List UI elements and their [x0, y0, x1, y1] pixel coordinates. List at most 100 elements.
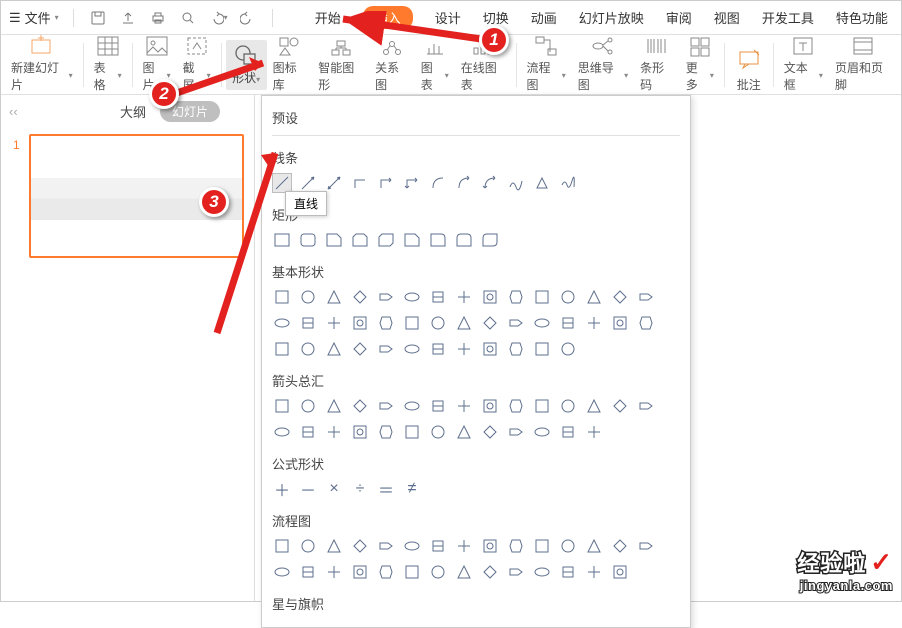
shape-item[interactable] — [532, 536, 552, 556]
shape-item[interactable] — [272, 396, 292, 416]
shape-item[interactable] — [402, 536, 422, 556]
shape-item[interactable] — [376, 396, 396, 416]
shape-item[interactable] — [506, 313, 526, 333]
shape-item[interactable] — [532, 287, 552, 307]
shape-item[interactable] — [584, 562, 604, 582]
shape-snip1[interactable] — [324, 230, 344, 250]
file-menu[interactable]: ☰ 文件 ▾ — [9, 8, 59, 27]
shape-item[interactable] — [350, 396, 370, 416]
mindmap-button[interactable]: 思维导图▾ — [572, 37, 634, 93]
save-icon[interactable] — [88, 8, 108, 28]
shape-item[interactable] — [298, 313, 318, 333]
shape-item[interactable] — [506, 287, 526, 307]
shape-item[interactable] — [480, 287, 500, 307]
collapse-pane-icon[interactable]: ‹‹ — [1, 104, 18, 119]
shape-item[interactable] — [376, 536, 396, 556]
shape-item[interactable] — [584, 396, 604, 416]
shape-item[interactable] — [480, 562, 500, 582]
shape-item[interactable] — [454, 562, 474, 582]
shape-item[interactable] — [558, 396, 578, 416]
shape-item[interactable] — [480, 313, 500, 333]
shape-item[interactable] — [402, 287, 422, 307]
shape-item[interactable] — [272, 562, 292, 582]
shape-item[interactable] — [298, 422, 318, 442]
shape-item[interactable] — [610, 562, 630, 582]
headerfooter-button[interactable]: 页眉和页脚 — [829, 37, 897, 93]
shape-item[interactable] — [480, 422, 500, 442]
shape-item[interactable] — [324, 287, 344, 307]
shape-item[interactable] — [272, 422, 292, 442]
shape-item[interactable] — [558, 339, 578, 359]
shape-item[interactable] — [584, 287, 604, 307]
shape-item[interactable] — [402, 562, 422, 582]
shape-curve-arrow[interactable] — [454, 173, 474, 193]
shape-scribble[interactable] — [558, 173, 578, 193]
shape-item[interactable] — [350, 562, 370, 582]
shape-item[interactable] — [324, 313, 344, 333]
shape-round2-same[interactable] — [454, 230, 474, 250]
shape-item[interactable] — [558, 313, 578, 333]
shape-item[interactable] — [428, 313, 448, 333]
flowchart-button[interactable]: 流程图▾ — [521, 37, 572, 93]
shape-item[interactable] — [454, 536, 474, 556]
shape-item[interactable] — [428, 562, 448, 582]
shape-item[interactable] — [558, 422, 578, 442]
shape-item[interactable] — [298, 562, 318, 582]
shape-round2-diag[interactable] — [480, 230, 500, 250]
shape-item[interactable] — [402, 313, 422, 333]
shape-curve-double[interactable] — [480, 173, 500, 193]
shape-item[interactable] — [532, 313, 552, 333]
shape-item[interactable] — [506, 396, 526, 416]
print-icon[interactable] — [148, 8, 168, 28]
shape-item[interactable] — [324, 562, 344, 582]
shape-item[interactable] — [558, 287, 578, 307]
shape-item[interactable] — [376, 313, 396, 333]
shape-curve[interactable] — [428, 173, 448, 193]
shape-item[interactable] — [272, 536, 292, 556]
tab-animation[interactable]: 动画 — [531, 8, 557, 27]
shape-item[interactable] — [584, 422, 604, 442]
shape-double-arrow[interactable] — [324, 173, 344, 193]
more-button[interactable]: 更多▾ — [680, 37, 720, 93]
shape-item[interactable] — [610, 536, 630, 556]
shape-notequal[interactable]: ≠ — [402, 479, 422, 499]
shape-item[interactable] — [584, 536, 604, 556]
shape-snip2[interactable] — [350, 230, 370, 250]
shape-item[interactable] — [610, 313, 630, 333]
shape-item[interactable] — [298, 287, 318, 307]
shape-item[interactable] — [532, 396, 552, 416]
textbox-button[interactable]: 文本框▾ — [778, 37, 829, 93]
shape-item[interactable] — [532, 339, 552, 359]
shape-item[interactable] — [558, 536, 578, 556]
shape-item[interactable] — [428, 396, 448, 416]
shape-elbow[interactable] — [350, 173, 370, 193]
shape-item[interactable] — [480, 339, 500, 359]
shape-item[interactable] — [532, 562, 552, 582]
shape-item[interactable] — [480, 396, 500, 416]
shape-item[interactable] — [324, 339, 344, 359]
tab-slideshow[interactable]: 幻灯片放映 — [579, 8, 644, 27]
shape-item[interactable] — [402, 422, 422, 442]
shape-item[interactable] — [454, 339, 474, 359]
shape-arrow-line[interactable] — [298, 173, 318, 193]
outline-tab[interactable]: 大纲 — [120, 102, 146, 121]
shape-free-curve[interactable] — [506, 173, 526, 193]
shape-item[interactable] — [376, 339, 396, 359]
preview-icon[interactable] — [178, 8, 198, 28]
shape-item[interactable] — [428, 422, 448, 442]
shape-item[interactable] — [272, 339, 292, 359]
shape-item[interactable] — [402, 339, 422, 359]
shape-item[interactable] — [636, 313, 656, 333]
shape-item[interactable] — [298, 536, 318, 556]
tab-devtools[interactable]: 开发工具 — [762, 8, 814, 27]
shape-item[interactable] — [428, 287, 448, 307]
shape-equal[interactable]: ＝ — [376, 479, 396, 499]
shape-item[interactable] — [610, 396, 630, 416]
shape-round-rect[interactable] — [298, 230, 318, 250]
shape-round1[interactable] — [428, 230, 448, 250]
shape-item[interactable] — [324, 396, 344, 416]
table-button[interactable]: 表格▾ — [88, 37, 128, 93]
shape-item[interactable] — [506, 562, 526, 582]
shape-item[interactable] — [558, 562, 578, 582]
shape-item[interactable] — [610, 287, 630, 307]
